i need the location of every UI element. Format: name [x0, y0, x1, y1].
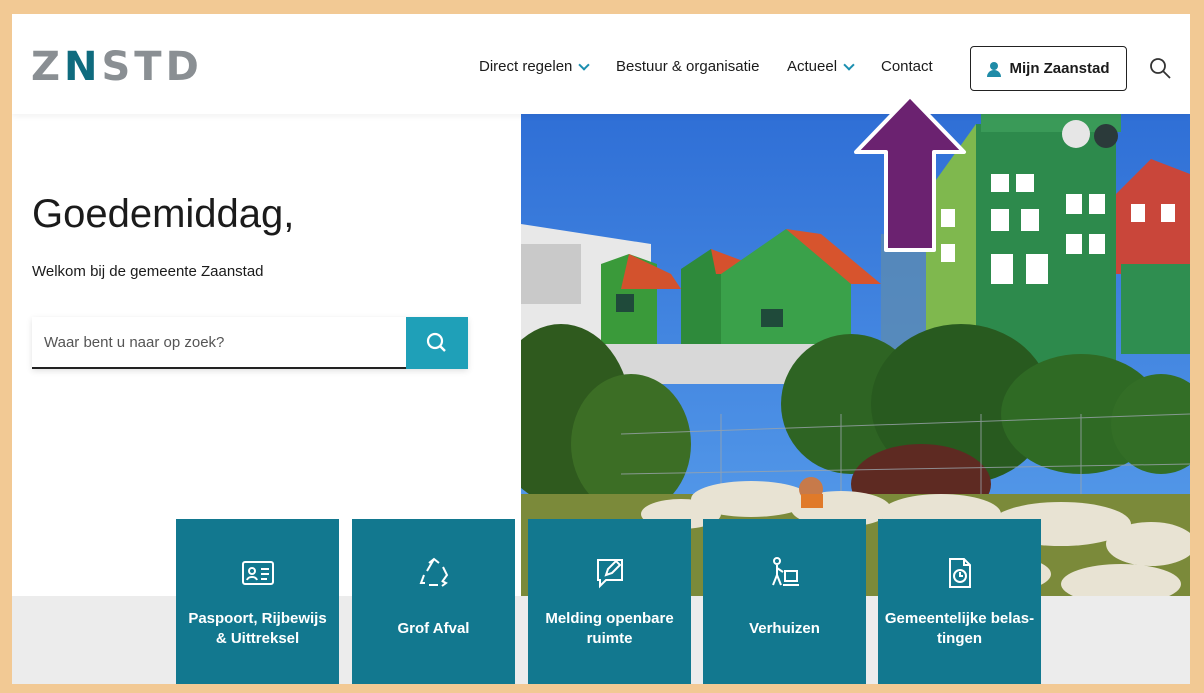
search-icon[interactable] — [1148, 56, 1172, 80]
welcome-text: Welkom bij de gemeente Zaanstad — [32, 263, 264, 280]
chevron-down-icon — [843, 58, 855, 71]
id-card-icon — [240, 555, 276, 591]
zaanstad-logo[interactable]: ZNSTD — [31, 44, 203, 90]
tile-grof-afval[interactable]: Grof Afval — [352, 519, 515, 684]
moving-icon — [767, 555, 803, 591]
nav-actueel[interactable]: Actueel — [787, 58, 855, 75]
search-button[interactable] — [406, 317, 468, 369]
browser-page: ZNSTD Direct regelen Bestuur & organisat… — [12, 14, 1190, 684]
tile-verhuizen[interactable]: Verhuizen — [703, 519, 866, 684]
person-icon — [987, 61, 1002, 77]
annotation-arrow-icon — [854, 94, 966, 252]
mijn-zaanstad-button[interactable]: Mijn Zaanstad — [970, 46, 1127, 91]
site-header: ZNSTD Direct regelen Bestuur & organisat… — [12, 14, 1190, 114]
nav-direct-regelen[interactable]: Direct regelen — [479, 58, 591, 75]
tile-melding-openbare-ruimte[interactable]: Melding openbare ruimte — [528, 519, 691, 684]
tile-paspoort[interactable]: Paspoort, Rijbewijs & Uittreksel — [176, 519, 339, 684]
tax-document-icon — [942, 555, 978, 591]
recycle-icon — [416, 555, 452, 591]
search-icon — [426, 332, 446, 352]
report-message-icon — [592, 555, 628, 591]
chevron-down-icon — [578, 58, 591, 71]
nav-bestuur-organisatie[interactable]: Bestuur & organisatie — [616, 58, 759, 75]
search-bar — [32, 317, 468, 369]
page-title: Goedemiddag, — [32, 192, 295, 236]
nav-contact[interactable]: Contact — [881, 58, 933, 75]
search-input[interactable] — [32, 317, 406, 369]
tile-gemeentelijke-belastingen[interactable]: Gemeentelijke belas-tingen — [878, 519, 1041, 684]
